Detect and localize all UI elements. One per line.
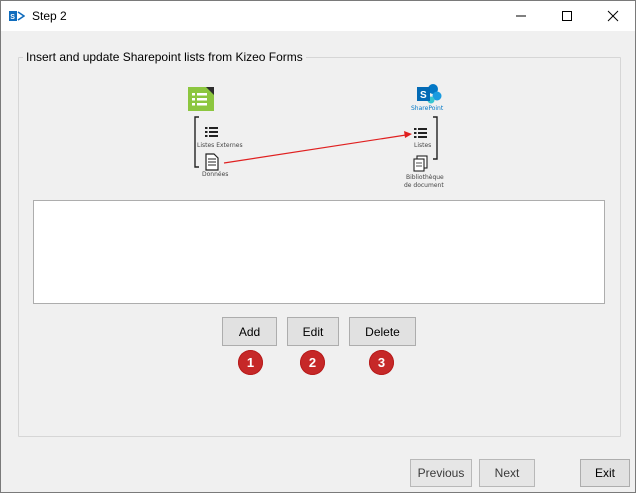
mapping-list[interactable] bbox=[33, 200, 605, 304]
arrow-head-icon bbox=[404, 131, 412, 138]
delete-button[interactable]: Delete bbox=[349, 317, 416, 346]
library-label-line1: Bibliothèque bbox=[406, 174, 444, 181]
external-lists-icon bbox=[205, 127, 218, 137]
exit-button[interactable]: Exit bbox=[580, 459, 630, 487]
step-badge-3: 3 bbox=[369, 350, 394, 375]
next-button[interactable]: Next bbox=[479, 459, 535, 487]
sharepoint-bracket bbox=[433, 116, 438, 160]
step-badge-2: 2 bbox=[300, 350, 325, 375]
document-library-icon bbox=[413, 155, 428, 172]
external-lists-label: Listes Externes bbox=[197, 142, 243, 149]
edit-button[interactable]: Edit bbox=[287, 317, 339, 346]
svg-text:S: S bbox=[420, 90, 427, 101]
add-button[interactable]: Add bbox=[222, 317, 277, 346]
data-document-icon bbox=[205, 153, 219, 171]
mapping-diagram: S bbox=[188, 84, 442, 172]
mapping-arrow bbox=[223, 134, 407, 164]
sharepoint-brand-label: SharePoint bbox=[411, 105, 444, 112]
sharepoint-lists-label: Listes bbox=[414, 142, 432, 149]
data-label: Données bbox=[202, 171, 229, 178]
kizeo-forms-logo-icon bbox=[188, 87, 214, 111]
library-label-line2: de document bbox=[404, 182, 444, 189]
sharepoint-logo-icon: S bbox=[417, 84, 442, 104]
step-badge-1: 1 bbox=[238, 350, 263, 375]
sharepoint-lists-icon bbox=[414, 128, 427, 138]
previous-button[interactable]: Previous bbox=[410, 459, 472, 487]
step-window: S Step 2 Insert and update Sharepoint li… bbox=[0, 0, 636, 493]
